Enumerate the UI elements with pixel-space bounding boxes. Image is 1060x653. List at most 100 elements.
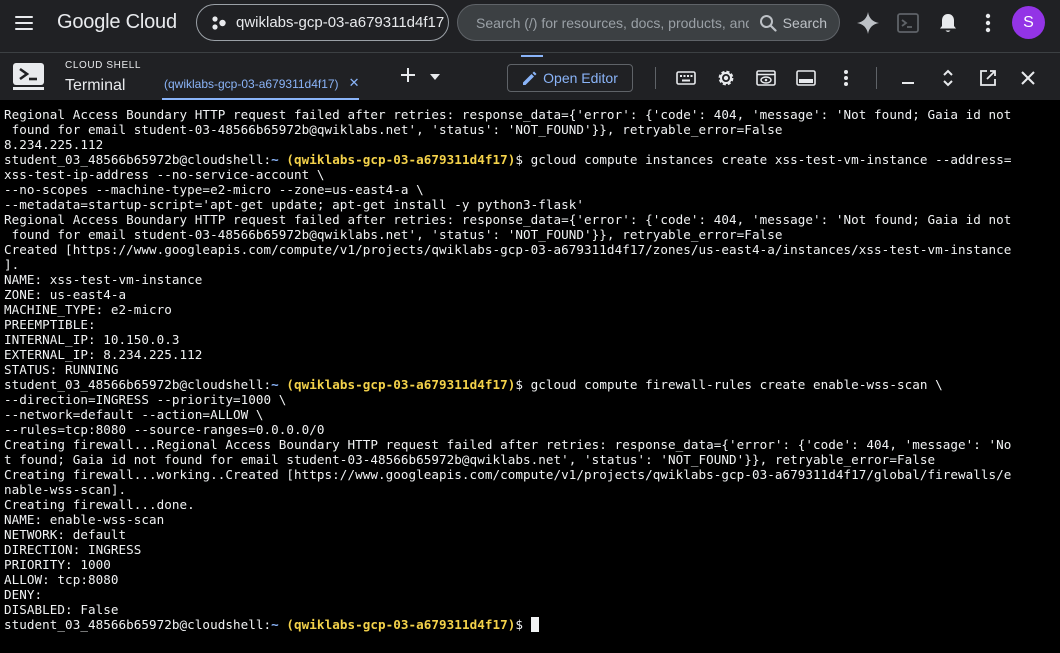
prompt-user: student_03_48566b65972b@cloudshell:: [4, 377, 272, 392]
close-shell-button[interactable]: [1015, 65, 1041, 91]
terminal-cursor: [530, 617, 539, 632]
tab-indicator: [521, 55, 543, 57]
chevron-down-icon: [430, 74, 440, 80]
main-menu-icon[interactable]: [11, 10, 37, 36]
prompt-project: (qwiklabs-gcp-03-a679311d4f17): [286, 617, 516, 632]
terminal-line: NAME: xss-test-vm-instance: [4, 272, 203, 287]
terminal-line: Creating firewall...working..Created [ht…: [4, 467, 1012, 482]
web-preview-icon: [756, 70, 776, 86]
close-icon: [1021, 71, 1035, 85]
panel-layout-icon: [796, 70, 816, 86]
open-editor-button[interactable]: Open Editor: [507, 64, 633, 92]
cloud-shell-header: CLOUD SHELL Terminal (qwiklabs-gcp-03-a6…: [0, 52, 1060, 101]
terminal-prompt-line: student_03_48566b65972b@cloudshell:~ (qw…: [4, 617, 1060, 632]
terminal-text: Regional Access Boundary HTTP request fa…: [4, 107, 1060, 632]
restore-button[interactable]: [935, 65, 961, 91]
prompt-path: ~: [271, 152, 279, 167]
terminal-prompt-line: student_03_48566b65972b@cloudshell:~ (qw…: [4, 152, 1060, 167]
terminal-line: 8.234.225.112: [4, 137, 104, 152]
prompt-project: (qwiklabs-gcp-03-a679311d4f17): [286, 152, 516, 167]
bell-icon: [940, 14, 956, 32]
terminal-line: nable-wss-scan].: [4, 482, 127, 497]
prompt-command: gcloud compute firewall-rules create ena…: [530, 377, 943, 392]
minimize-button[interactable]: [895, 65, 921, 91]
settings-button[interactable]: [713, 65, 739, 91]
google-cloud-logo[interactable]: Google Cloud: [57, 11, 177, 34]
terminal-line: --network=default --action=ALLOW \: [4, 407, 264, 422]
terminal-line: Regional Access Boundary HTTP request fa…: [4, 212, 1012, 227]
terminal-line: t found; Gaia id not found for email stu…: [4, 452, 936, 467]
prompt-symbol: $: [515, 152, 531, 167]
expand-icon: [943, 69, 953, 87]
project-picker[interactable]: qwiklabs-gcp-03-a679311d4f17: [196, 4, 449, 41]
terminal-prompt-line: student_03_48566b65972b@cloudshell:~ (qw…: [4, 377, 1060, 392]
prompt-path: ~: [271, 377, 279, 392]
cloud-shell-logo-icon: [13, 63, 44, 90]
terminal-line: --direction=INGRESS --priority=1000 \: [4, 392, 287, 407]
terminal-line: INTERNAL_IP: 10.150.0.3: [4, 332, 180, 347]
search-button-label: Search: [782, 14, 827, 31]
open-editor-label: Open Editor: [543, 70, 618, 86]
prompt-symbol: $: [515, 377, 531, 392]
project-name: qwiklabs-gcp-03-a679311d4f17: [236, 14, 445, 31]
terminal-line: --rules=tcp:8080 --source-ranges=0.0.0.0…: [4, 422, 325, 437]
more-vert-icon: [985, 13, 991, 33]
gear-icon: [718, 70, 734, 86]
terminal-line: STATUS: RUNNING: [4, 362, 119, 377]
terminal-line: Creating firewall...Regional Access Boun…: [4, 437, 1012, 452]
terminal-line: xss-test-ip-address --no-service-account…: [4, 167, 325, 182]
open-in-new-icon: [980, 70, 996, 86]
search-icon: [759, 14, 777, 32]
search-input[interactable]: [458, 5, 749, 40]
more-options-button[interactable]: [974, 9, 1002, 37]
prompt-user: student_03_48566b65972b@cloudshell:: [4, 617, 272, 632]
terminal-line: NAME: enable-wss-scan: [4, 512, 165, 527]
terminal-line: DIRECTION: INGRESS: [4, 542, 142, 557]
tab-menu-button[interactable]: [428, 67, 442, 87]
terminal-line: EXTERNAL_IP: 8.234.225.112: [4, 347, 203, 362]
web-preview-button[interactable]: [753, 65, 779, 91]
open-new-window-button[interactable]: [975, 65, 1001, 91]
gemini-button[interactable]: [854, 9, 882, 37]
cloud-shell-caption: CLOUD SHELL: [65, 60, 142, 71]
search-bar: Search: [457, 4, 840, 41]
keyboard-button[interactable]: [673, 65, 699, 91]
terminal-tab[interactable]: (qwiklabs-gcp-03-a679311d4f17) ✕: [162, 69, 360, 101]
terminal-line: --no-scopes --machine-type=e2-micro --zo…: [4, 182, 424, 197]
panel-layout-button[interactable]: [793, 65, 819, 91]
search-button[interactable]: Search: [749, 5, 839, 40]
activate-cloud-shell-button[interactable]: [894, 9, 922, 37]
notifications-button[interactable]: [934, 9, 962, 37]
terminal-tab-label: (qwiklabs-gcp-03-a679311d4f17): [164, 77, 339, 91]
terminal-line: DISABLED: False: [4, 602, 119, 617]
add-tab-button[interactable]: [398, 67, 418, 87]
terminal-line: Creating firewall...done.: [4, 497, 195, 512]
project-picker-icon: [212, 15, 226, 30]
terminal-line: Created [https://www.googleapis.com/comp…: [4, 242, 1012, 257]
terminal-line: ALLOW: tcp:8080: [4, 572, 119, 587]
prompt-path: ~: [271, 617, 279, 632]
terminal-line: --metadata=startup-script='apt-get updat…: [4, 197, 585, 212]
terminal-line: ZONE: us-east4-a: [4, 287, 127, 302]
prompt-project: (qwiklabs-gcp-03-a679311d4f17): [286, 377, 516, 392]
toolbar-divider: [655, 67, 656, 89]
gemini-sparkle-icon: [857, 12, 879, 34]
top-bar: Google Cloud qwiklabs-gcp-03-a679311d4f1…: [0, 0, 1060, 46]
more-vert-icon: [844, 70, 848, 86]
pencil-icon: [523, 71, 537, 85]
cloud-shell-title: Terminal: [65, 77, 126, 94]
terminal-line: ].: [4, 257, 20, 272]
terminal-line: PREEMPTIBLE:: [4, 317, 96, 332]
account-avatar[interactable]: S: [1012, 6, 1045, 39]
prompt-user: student_03_48566b65972b@cloudshell:: [4, 152, 272, 167]
terminal-line: Regional Access Boundary HTTP request fa…: [4, 107, 1012, 122]
close-tab-icon[interactable]: ✕: [349, 76, 360, 89]
keyboard-icon: [676, 71, 696, 85]
prompt-command: gcloud compute instances create xss-test…: [530, 152, 1012, 167]
terminal-line: MACHINE_TYPE: e2-micro: [4, 302, 172, 317]
shell-more-button[interactable]: [833, 65, 859, 91]
terminal-line: PRIORITY: 1000: [4, 557, 111, 572]
cloud-shell-icon: [897, 13, 919, 33]
terminal-line: found for email student-03-48566b65972b@…: [4, 122, 783, 137]
terminal-output[interactable]: Regional Access Boundary HTTP request fa…: [0, 100, 1060, 653]
